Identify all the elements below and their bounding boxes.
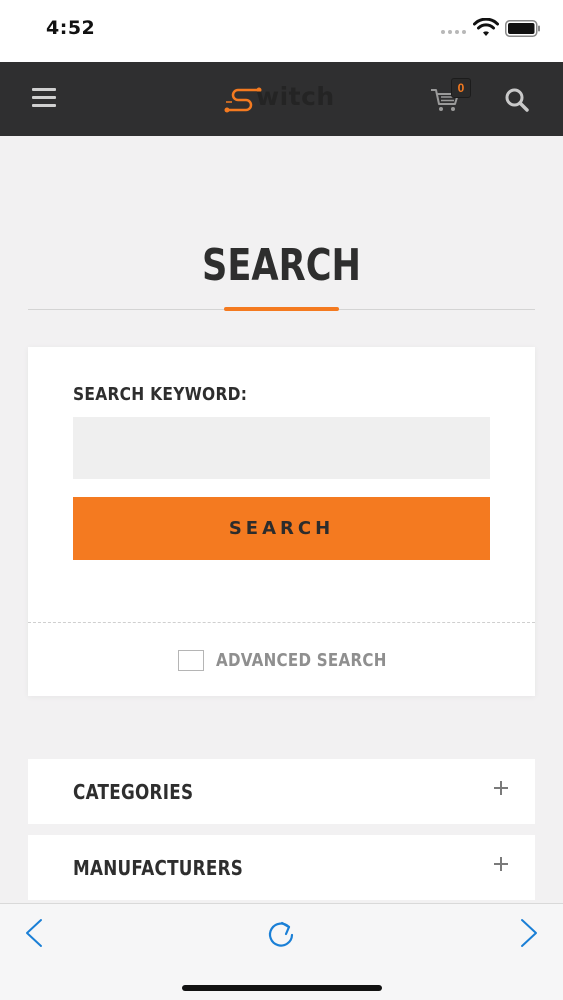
top-navigation-bar: witch 0 [0,62,563,136]
title-accent-bar [224,307,339,311]
accordion-label: MANUFACTURERS [73,856,244,880]
cellular-signal-icon [441,30,466,34]
advanced-search-label: ADVANCED SEARCH [216,649,387,671]
accordion-categories[interactable]: CATEGORIES [28,759,535,824]
status-bar: 4:52 [0,0,563,62]
accordion-manufacturers[interactable]: MANUFACTURERS [28,835,535,900]
logo[interactable]: witch [224,82,340,116]
browser-toolbar [0,903,563,1000]
cart-count-badge: 0 [451,78,471,98]
wifi-icon [473,18,499,36]
advanced-search-checkbox[interactable] [178,649,204,671]
logo-text: witch [256,82,335,111]
dashed-divider [28,622,535,623]
menu-icon[interactable] [32,88,58,110]
search-keyword-label: SEARCH KEYWORD: [73,384,248,405]
search-icon[interactable] [504,87,530,113]
reload-icon[interactable] [265,917,297,949]
plus-icon[interactable] [491,778,511,798]
home-indicator[interactable] [182,985,382,991]
search-button[interactable]: SEARCH [73,497,490,560]
back-arrow-icon[interactable] [22,918,46,948]
forward-arrow-icon[interactable] [517,918,541,948]
plus-icon[interactable] [491,854,511,874]
status-time: 4:52 [46,17,96,39]
search-keyword-input[interactable] [73,417,490,479]
search-form-card: SEARCH KEYWORD: SEARCH ADVANCED SEARCH [28,347,535,696]
accordion-label: CATEGORIES [73,780,194,804]
advanced-search-toggle[interactable]: ADVANCED SEARCH [178,647,419,673]
battery-icon [505,20,540,37]
page-title: SEARCH [201,240,362,291]
